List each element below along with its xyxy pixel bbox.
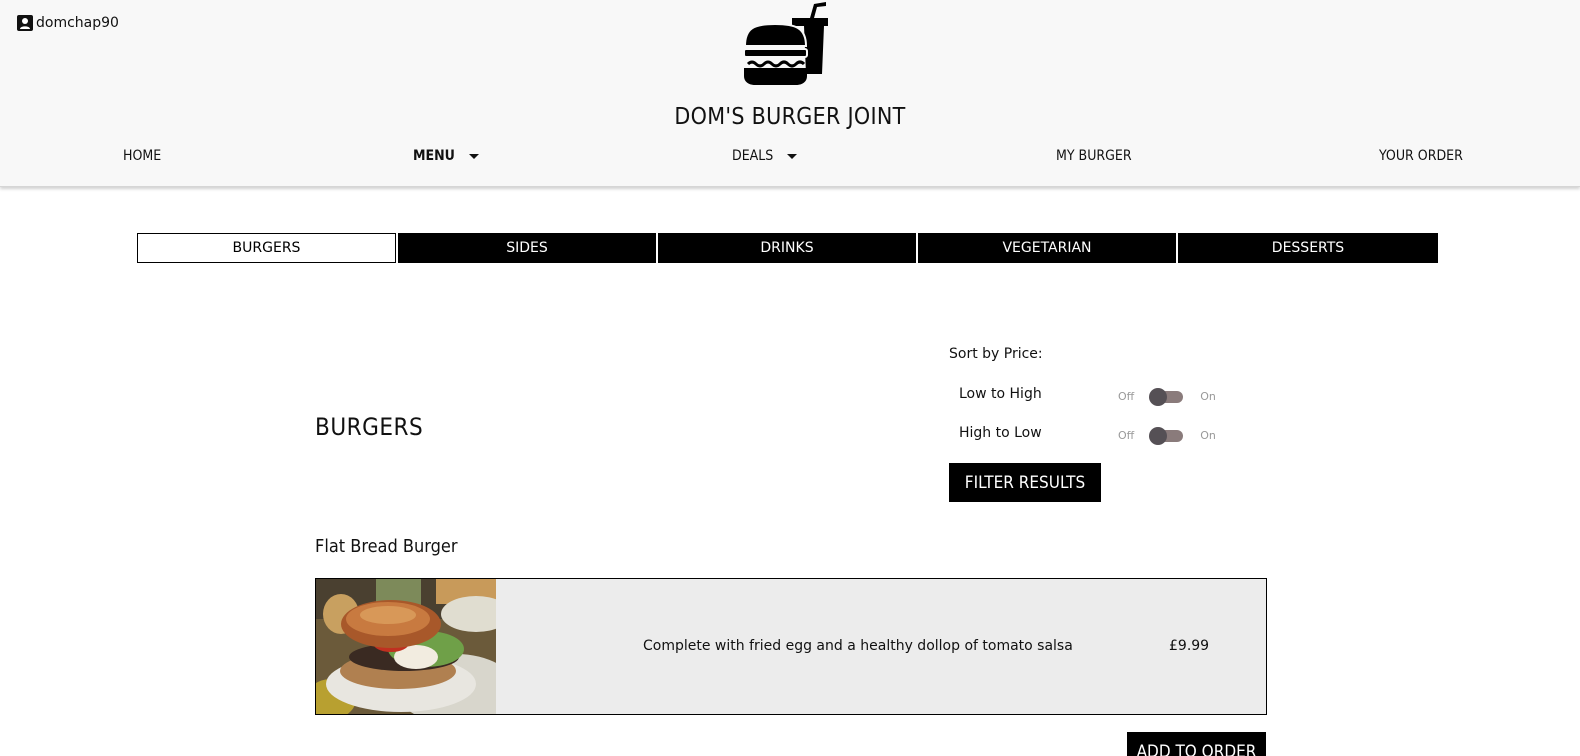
toggle-on-label: On: [1200, 429, 1216, 442]
site-title: DOM'S BURGER JOINT: [674, 104, 906, 130]
tab-vegetarian[interactable]: VEGETARIAN: [918, 233, 1178, 263]
item-description: Complete with fried egg and a healthy do…: [643, 638, 1073, 654]
nav-your-order[interactable]: YOUR ORDER: [1379, 148, 1463, 164]
user-account-icon: [17, 15, 33, 31]
toggle-switch[interactable]: [1149, 387, 1184, 406]
nav-menu-label: MENU: [413, 148, 455, 164]
add-to-order-button[interactable]: ADD TO ORDER: [1127, 732, 1266, 756]
chevron-down-icon: [468, 153, 479, 159]
nav-my-burger-label: MY BURGER: [1056, 148, 1132, 164]
burger-photo: [316, 579, 496, 714]
site-header: domchap90 DOM'S BURGER JOINT HOME MENU D…: [0, 0, 1580, 187]
item-name: Flat Bread Burger: [315, 536, 458, 557]
sort-high-to-low-toggle[interactable]: Off On: [1118, 426, 1216, 445]
nav-menu[interactable]: MENU: [413, 148, 479, 164]
tab-burgers[interactable]: BURGERS: [137, 233, 396, 263]
nav-deals[interactable]: DEALS: [732, 148, 798, 164]
chevron-down-icon: [787, 153, 798, 159]
nav-deals-label: DEALS: [732, 148, 774, 164]
item-price: £9.99: [1169, 638, 1210, 654]
menu-category-tabs: BURGERS SIDES DRINKS VEGETARIAN DESSERTS: [137, 233, 1438, 263]
nav-home-label: HOME: [123, 148, 162, 164]
section-title: BURGERS: [315, 413, 424, 441]
tab-sides[interactable]: SIDES: [398, 233, 658, 263]
toggle-on-label: On: [1200, 390, 1216, 403]
sort-low-to-high-label: Low to High: [959, 386, 1042, 402]
toggle-off-label: Off: [1118, 390, 1135, 403]
burger-and-drink-logo[interactable]: [744, 2, 836, 86]
sort-label: Sort by Price:: [949, 346, 1043, 362]
sort-low-to-high-toggle[interactable]: Off On: [1118, 387, 1216, 406]
toggle-knob: [1149, 387, 1168, 406]
nav-your-order-label: YOUR ORDER: [1379, 148, 1463, 164]
toggle-knob: [1149, 426, 1168, 445]
nav-home[interactable]: HOME: [123, 148, 161, 164]
toggle-switch[interactable]: [1149, 426, 1184, 445]
toggle-off-label: Off: [1118, 429, 1135, 442]
filter-results-button[interactable]: FILTER RESULTS: [949, 463, 1101, 502]
tab-drinks[interactable]: DRINKS: [658, 233, 918, 263]
tab-desserts[interactable]: DESSERTS: [1178, 233, 1438, 263]
user-account[interactable]: domchap90: [17, 15, 119, 31]
menu-item-card[interactable]: Complete with fried egg and a healthy do…: [315, 578, 1267, 715]
sort-high-to-low-label: High to Low: [959, 425, 1042, 441]
username: domchap90: [36, 15, 119, 31]
nav-my-burger[interactable]: MY BURGER: [1056, 148, 1132, 164]
